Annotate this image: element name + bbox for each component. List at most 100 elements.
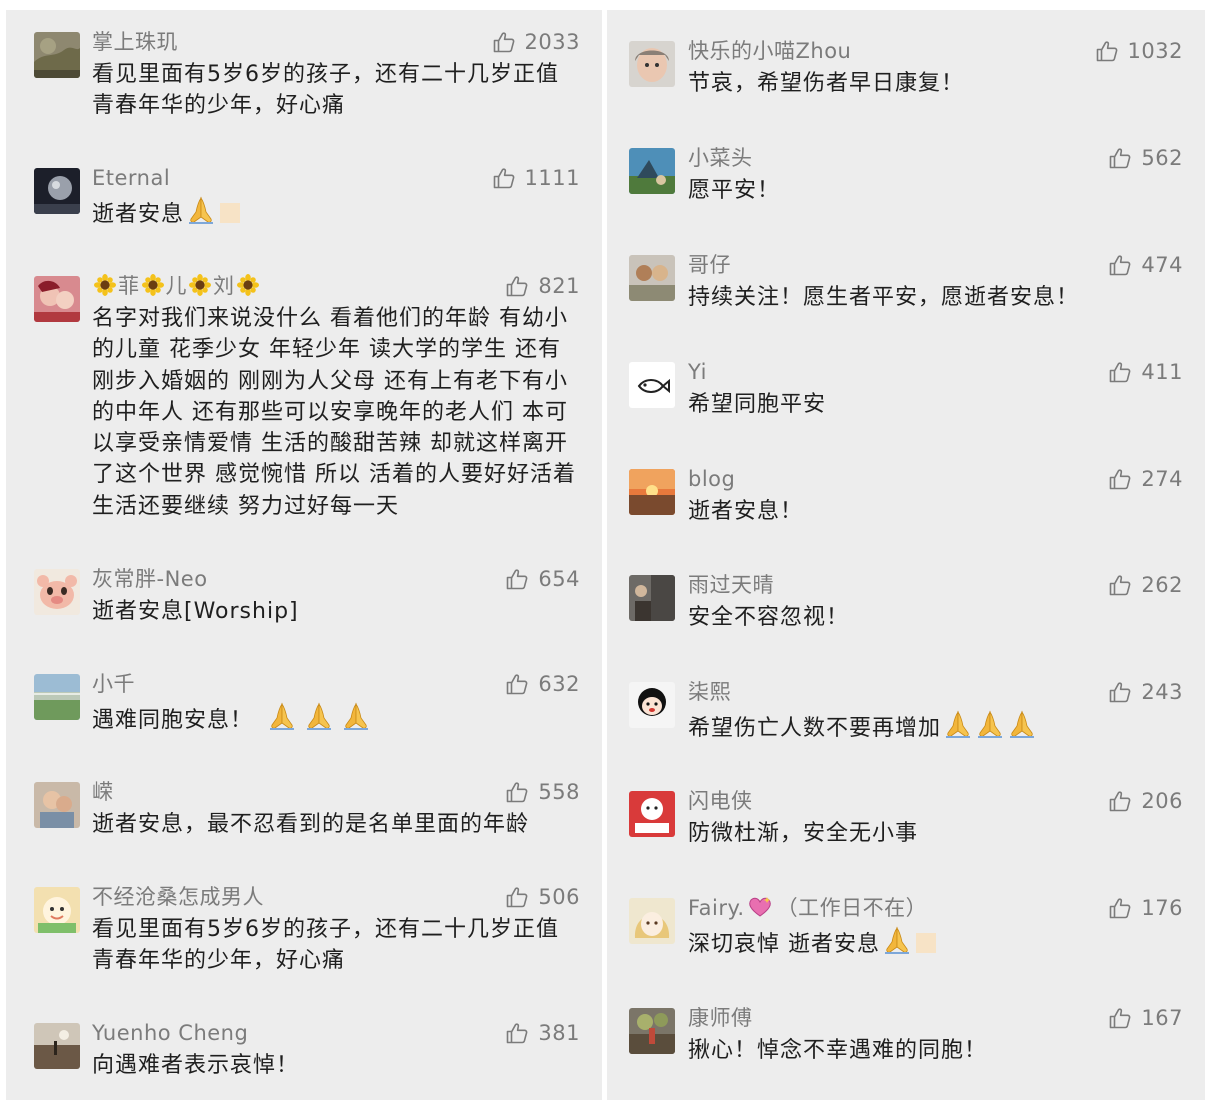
pray-hands-emoji [186,195,216,225]
like-button[interactable]: 562 [1108,144,1183,172]
avatar[interactable] [34,1023,80,1069]
like-count: 411 [1141,360,1183,384]
thumbs-up-icon [492,166,516,190]
commenter-name[interactable]: Fairy. （工作日不在） [688,894,927,922]
commenter-name[interactable]: blog [688,465,735,493]
commenter-name[interactable]: 康师傅 [688,1004,753,1032]
avatar[interactable] [34,32,80,78]
like-button[interactable]: 381 [505,1019,580,1047]
comment-text: 防微杜渐，安全无小事 [688,821,919,846]
commenter-name[interactable]: 雨过天晴 [688,571,774,599]
thumbs-up-icon [1108,680,1132,704]
commenter-name[interactable]: Yi [688,358,707,386]
comment-text-body: 逝者安息 [92,202,185,227]
like-count: 381 [538,1021,580,1045]
comment-text: 看见里面有5岁6岁的孩子，还有二十几岁正值青春年华的少年，好心痛 [92,917,559,974]
like-button[interactable]: 206 [1108,787,1183,815]
comment-item: 雨过天晴 262 安全不容忽视！ [607,571,1205,641]
sunflower-icon [237,274,259,296]
commenter-name[interactable]: 柒熙 [688,678,731,706]
commenter-name[interactable]: 小千 [92,670,135,698]
comment-text: 深切哀悼 逝者安息 [688,925,1188,960]
like-button[interactable]: 1032 [1095,37,1183,65]
like-button[interactable]: 654 [505,565,580,593]
commenter-name[interactable]: 灰常胖-Neo [92,565,208,593]
like-button[interactable]: 506 [505,883,580,911]
commenter-name[interactable]: Eternal [92,164,170,192]
commenter-name[interactable]: 快乐的小喵Zhou [688,37,851,65]
like-count: 167 [1141,1006,1183,1030]
avatar[interactable] [34,674,80,720]
avatar[interactable] [629,469,675,515]
avatar[interactable] [629,682,675,728]
comment-text: 持续关注！愿生者平安，愿逝者安息！ [688,285,1080,310]
commenter-name[interactable]: 掌上珠玑 [92,28,178,56]
avatar[interactable] [629,575,675,621]
thumbs-up-icon [505,885,529,909]
thumbs-up-icon [1108,253,1132,277]
commenter-name[interactable]: 不经沧桑怎成男人 [92,883,264,911]
like-button[interactable]: 474 [1108,251,1183,279]
avatar[interactable] [629,1008,675,1054]
commenter-name[interactable]: 菲儿刘 [92,272,261,300]
avatar[interactable] [629,898,675,944]
comment-text: 逝者安息，最不忍看到的是名单里面的年龄 [92,812,530,837]
comment-text: 希望伤亡人数不要再增加 [688,709,1188,744]
thumbs-up-icon [1108,789,1132,813]
comment-text-body: 深切哀悼 逝者安息 [688,932,880,957]
like-button[interactable]: 411 [1108,358,1183,386]
like-count: 558 [538,780,580,804]
comment-text: 看见里面有5岁6岁的孩子，还有二十几岁正值青春年华的少年，好心痛 [92,62,559,119]
thumbs-up-icon [505,567,529,591]
pray-hands-emoji [943,709,973,739]
like-button[interactable]: 558 [505,778,580,806]
like-count: 632 [538,672,580,696]
like-button[interactable]: 176 [1108,894,1183,922]
avatar[interactable] [629,255,675,301]
sparkling-heart-icon [747,895,773,919]
commenter-name[interactable]: 哥仔 [688,251,731,279]
sunflower-icon [189,274,211,296]
like-button[interactable]: 262 [1108,571,1183,599]
like-count: 2033 [524,30,580,54]
comment-text: 希望同胞平安 [688,392,827,417]
comment-panel-right: 快乐的小喵Zhou 1032 节哀，希望伤者早日康复！ 小菜头 562 愿平安！… [607,10,1205,1100]
avatar[interactable] [629,362,675,408]
skin-tone-modifier-emoji [218,201,242,225]
like-count: 262 [1141,573,1183,597]
avatar[interactable] [34,887,80,933]
avatar[interactable] [629,791,675,837]
like-button[interactable]: 632 [505,670,580,698]
pray-hands-emoji [304,701,334,731]
commenter-name[interactable]: 嵘 [92,778,114,806]
comment-text: 节哀，希望伤者早日康复！ [688,71,965,96]
thumbs-up-icon [505,274,529,298]
comment-item: 灰常胖-Neo 654 逝者安息[Worship] [6,565,602,635]
like-button[interactable]: 274 [1108,465,1183,493]
like-button[interactable]: 821 [505,272,580,300]
like-button[interactable]: 243 [1108,678,1183,706]
comment-panel-left: 掌上珠玑 2033 看见里面有5岁6岁的孩子，还有二十几岁正值青春年华的少年，好… [6,10,602,1100]
avatar[interactable] [34,276,80,322]
thumbs-up-icon [1108,146,1132,170]
avatar[interactable] [629,41,675,87]
comment-item: 柒熙 243 希望伤亡人数不要再增加 [607,678,1205,758]
comment-item: 菲儿刘 821 名字对我们来说没什么 看着他们的年龄 有幼小的儿童 花季少女 年… [6,272,602,532]
avatar[interactable] [34,782,80,828]
like-button[interactable]: 2033 [492,28,580,56]
comment-text: 揪心！悼念不幸遇难的同胞！ [688,1038,988,1063]
like-button[interactable]: 1111 [492,164,580,192]
avatar[interactable] [629,148,675,194]
commenter-name[interactable]: 闪电侠 [688,787,753,815]
avatar[interactable] [34,569,80,615]
like-button[interactable]: 167 [1108,1004,1183,1032]
thumbs-up-icon [505,672,529,696]
pray-hands-emoji [341,701,371,731]
like-count: 206 [1141,789,1183,813]
avatar[interactable] [34,168,80,214]
comment-text: 安全不容忽视！ [688,605,850,630]
comment-item: 快乐的小喵Zhou 1032 节哀，希望伤者早日康复！ [607,37,1205,107]
commenter-name[interactable]: 小菜头 [688,144,753,172]
commenter-name[interactable]: Yuenho Cheng [92,1019,248,1047]
like-count: 562 [1141,146,1183,170]
